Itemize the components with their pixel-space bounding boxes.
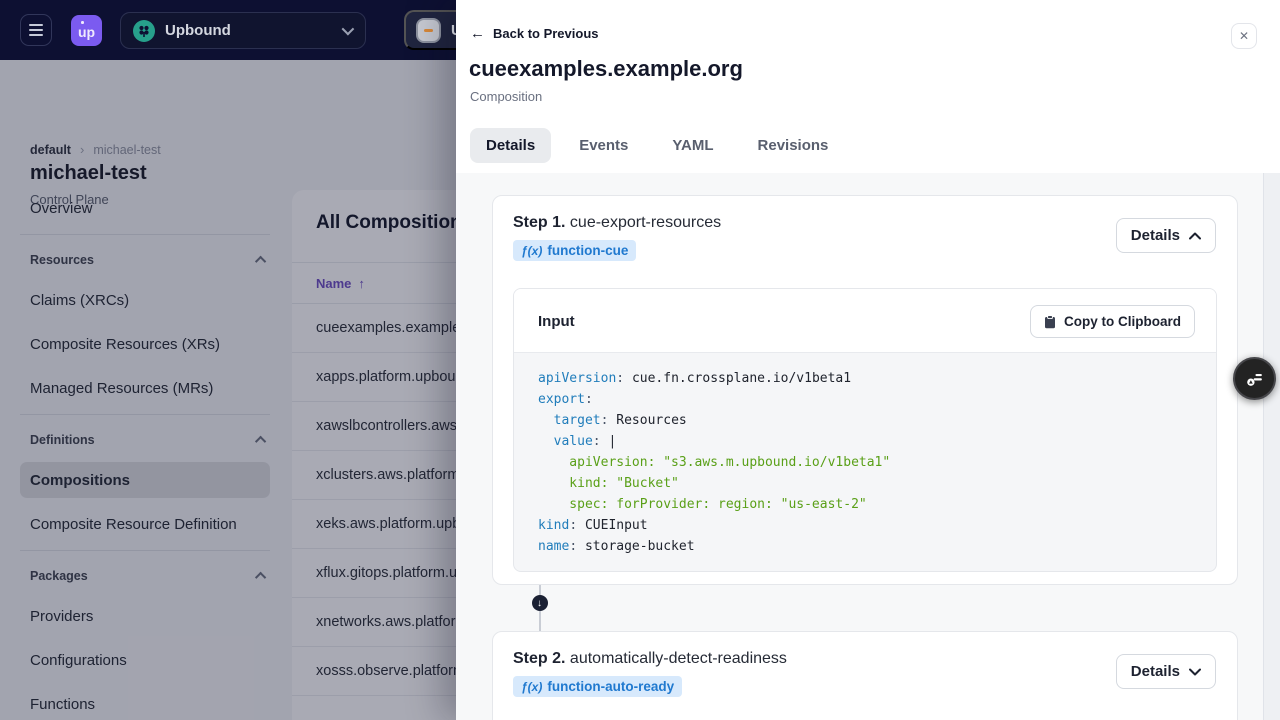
tab-yaml[interactable]: YAML bbox=[656, 128, 729, 163]
step-1-details-button[interactable]: Details bbox=[1115, 218, 1216, 253]
function-icon: ƒ(x) bbox=[521, 243, 543, 258]
step-2-label: Step 2. bbox=[513, 650, 566, 667]
copy-to-clipboard-button[interactable]: Copy to Clipboard bbox=[1030, 305, 1195, 338]
code-line: kind: "Bucket" bbox=[538, 476, 679, 491]
input-heading: Input bbox=[538, 313, 575, 330]
function-badge-label: function-cue bbox=[547, 243, 629, 258]
input-card: Input Copy to Clipboard apiVersion: cue.… bbox=[513, 288, 1217, 572]
code-line: value: | bbox=[553, 434, 617, 449]
step-1-card: Step 1. cue-export-resources ƒ(x) functi… bbox=[492, 195, 1238, 585]
tab-details[interactable]: Details bbox=[470, 128, 552, 163]
step-2-title: Step 2. automatically-detect-readiness bbox=[513, 650, 787, 668]
step-1-label: Step 1. bbox=[513, 214, 566, 231]
feedback-icon bbox=[1246, 373, 1262, 386]
panel-title: cueexamples.example.org bbox=[469, 56, 743, 81]
step-connector: ↓ bbox=[531, 585, 548, 631]
chevron-down-icon bbox=[341, 22, 355, 36]
yaml-code-block[interactable]: apiVersion: cue.fn.crossplane.io/v1beta1… bbox=[514, 353, 1216, 571]
back-label: Back to Previous bbox=[493, 26, 599, 41]
tab-events[interactable]: Events bbox=[563, 128, 644, 163]
step-2-details-button[interactable]: Details bbox=[1115, 654, 1216, 689]
chevron-up-icon bbox=[1189, 232, 1201, 239]
screen: up Upbound Upbound default › michael-tes… bbox=[0, 0, 1280, 720]
step-1-name: cue-export-resources bbox=[569, 214, 722, 231]
panel-scrollbar[interactable] bbox=[1263, 173, 1280, 720]
logo-dot bbox=[81, 21, 84, 24]
function-badge: ƒ(x) function-cue bbox=[513, 240, 637, 261]
org-avatar-icon bbox=[133, 19, 155, 42]
chevron-down-icon bbox=[1189, 668, 1201, 675]
step-2-card: Step 2. automatically-detect-readiness ƒ… bbox=[492, 631, 1238, 720]
hamburger-icon bbox=[29, 24, 43, 26]
function-badge: ƒ(x) function-auto-ready bbox=[513, 676, 683, 697]
code-line: kind: CUEInput bbox=[538, 518, 648, 533]
step-2-name: automatically-detect-readiness bbox=[569, 650, 787, 667]
org-selector-dropdown[interactable]: Upbound bbox=[120, 12, 366, 49]
panel-subtitle: Composition bbox=[470, 89, 543, 104]
code-line: export: bbox=[538, 392, 593, 407]
hamburger-menu-button[interactable] bbox=[20, 14, 52, 46]
back-arrow-icon: ← bbox=[470, 25, 485, 42]
composition-details-panel: ← Back to Previous ✕ cueexamples.example… bbox=[456, 0, 1280, 720]
input-card-header: Input Copy to Clipboard bbox=[514, 289, 1216, 353]
code-line: name: storage-bucket bbox=[538, 539, 695, 554]
upbound-logo[interactable]: up bbox=[71, 15, 102, 46]
logo-text: up bbox=[77, 24, 96, 40]
step-1-title: Step 1. cue-export-resources bbox=[513, 214, 721, 232]
code-line: apiVersion: "s3.aws.m.upbound.io/v1beta1… bbox=[538, 455, 891, 470]
code-line: spec: forProvider: region: "us-east-2" bbox=[538, 497, 867, 512]
tab-revisions[interactable]: Revisions bbox=[742, 128, 845, 163]
close-panel-button[interactable]: ✕ bbox=[1231, 23, 1257, 49]
control-plane-avatar-icon bbox=[416, 17, 441, 43]
arrow-down-icon: ↓ bbox=[531, 595, 548, 611]
feedback-widget-button[interactable] bbox=[1233, 357, 1276, 400]
panel-tab-bar: Details Events YAML Revisions bbox=[470, 128, 844, 163]
code-line: target: Resources bbox=[553, 413, 687, 428]
back-to-previous-button[interactable]: ← Back to Previous bbox=[470, 26, 599, 41]
close-icon: ✕ bbox=[1238, 29, 1250, 43]
code-line: apiVersion: cue.fn.crossplane.io/v1beta1 bbox=[538, 371, 852, 386]
org-selector-label: Upbound bbox=[165, 22, 231, 39]
panel-body: Step 1. cue-export-resources ƒ(x) functi… bbox=[456, 173, 1280, 720]
clipboard-icon bbox=[1045, 314, 1055, 328]
function-badge-label: function-auto-ready bbox=[547, 679, 675, 694]
function-icon: ƒ(x) bbox=[521, 679, 543, 694]
